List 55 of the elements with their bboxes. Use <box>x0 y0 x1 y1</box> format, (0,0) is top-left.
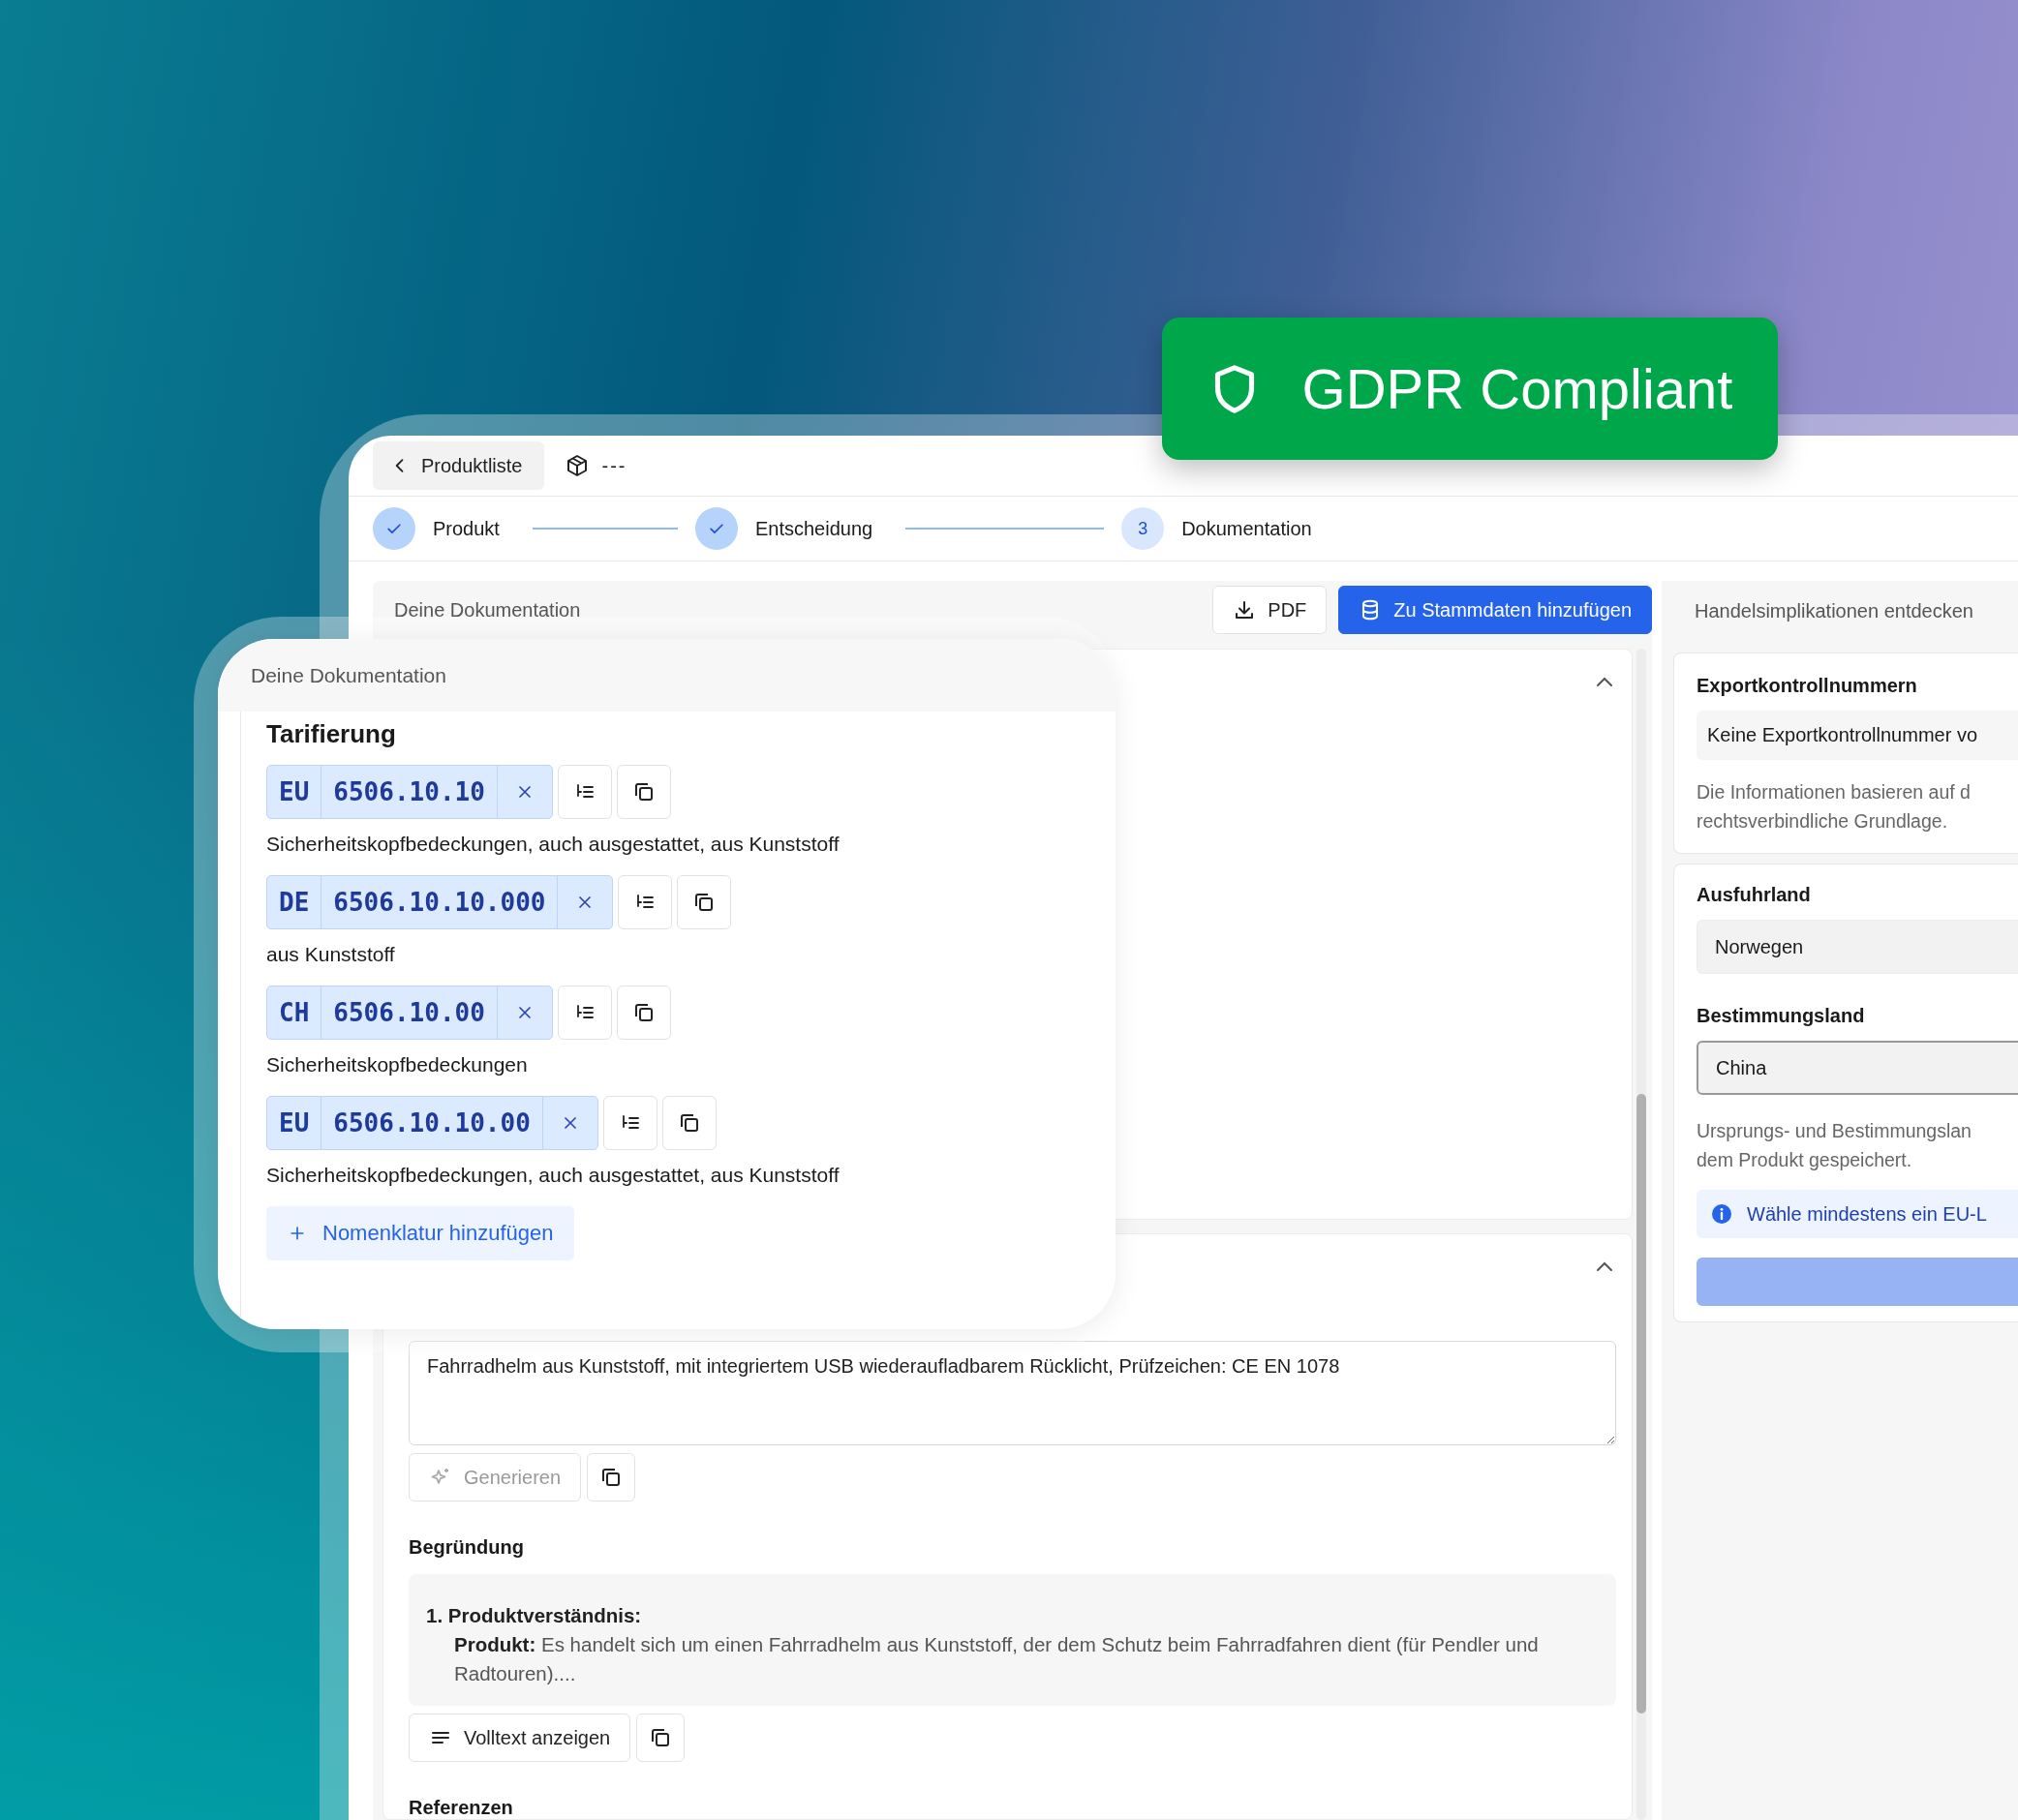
field-label: Ausfuhrland <box>1697 884 1812 906</box>
pdf-button[interactable]: PDF <box>1212 586 1328 634</box>
section-label: Begründung <box>409 1536 525 1559</box>
copy-button[interactable] <box>677 875 732 929</box>
cube-icon <box>565 454 589 477</box>
scrollbar[interactable] <box>1636 649 1646 1820</box>
code-description: Sicherheitskopfbedeckungen, auch ausgestattet, aus Kunststoff <box>266 1164 841 1187</box>
copy-button[interactable] <box>636 1714 686 1762</box>
note-text: Die Informationen basieren auf d <box>1697 780 1972 804</box>
tree-list-button[interactable] <box>602 1096 657 1150</box>
copy-button[interactable] <box>616 765 671 819</box>
field-label: Exportkontrollnummern <box>1697 675 1918 697</box>
note-text: dem Produkt gespeichert. <box>1697 1148 1913 1172</box>
export-control-value: Keine Exportkontrollnummer vo <box>1697 711 2018 760</box>
tariff-code: 6506.10.10.00 <box>321 1097 543 1149</box>
info-text: Wähle mindestens ein EU-L <box>1747 1202 1987 1226</box>
section-title: Tarifierung <box>266 719 397 749</box>
description-field[interactable]: Fahrradhelm aus Kunststoff, mit integriertem USB wiederaufladbarem Rücklicht, Prüfzeichen: CE EN 1078 <box>409 1341 1616 1445</box>
note-text: Ursprungs- und Bestimmungslan <box>1697 1119 1972 1143</box>
reasoning-text: Produkt: Es handelt sich um einen Fahrradhelm aus Kunststoff, der dem Schutz beim Fahrradfahren dient (für Pendler und Radtouren).... <box>453 1632 1540 1686</box>
badge-text: GDPR Compliant <box>1301 356 1733 421</box>
panel-title: Deine Dokumentation <box>394 598 582 622</box>
info-icon <box>1710 1202 1733 1226</box>
field-label: Bestimmungsland <box>1697 1005 1866 1027</box>
copy-button[interactable] <box>661 1096 717 1150</box>
tariff-code: 6506.10.10 <box>321 766 498 818</box>
tariff-code: 6506.10.10.000 <box>321 876 559 928</box>
panel-title: Handelsimplikationen entdecken <box>1694 598 1974 623</box>
step-label: Entscheidung <box>754 517 873 540</box>
code-description: Sicherheitskopfbedeckungen, auch ausgestattet, aus Kunststoff <box>266 833 841 856</box>
step-label: Produkt <box>433 517 500 540</box>
region-code: DE <box>267 876 322 928</box>
product-name: --- <box>601 454 627 477</box>
country-select[interactable]: China <box>1697 1041 2018 1095</box>
show-full-text-button[interactable]: Volltext anzeigen <box>409 1714 631 1762</box>
card-title: Deine Dokumentation <box>251 663 446 687</box>
tree-list-button[interactable] <box>557 986 612 1040</box>
section-label: Referenzen <box>409 1797 514 1819</box>
note-text: rechtsverbindliche Grundlage. <box>1697 809 1949 834</box>
tariff-code: 6506.10.00 <box>321 986 498 1039</box>
code-description: Sicherheitskopfbedeckungen <box>266 1053 529 1077</box>
copy-button[interactable] <box>587 1453 636 1502</box>
tree-list-button[interactable] <box>557 765 612 819</box>
step-number: 3 <box>1138 518 1148 539</box>
code-description: aus Kunststoff <box>266 943 396 966</box>
back-button[interactable]: Produktliste <box>373 441 544 490</box>
step-label: Dokumentation <box>1181 517 1312 540</box>
region-code: EU <box>267 1097 322 1149</box>
reasoning-heading: 1. Produktverständnis: <box>426 1603 643 1628</box>
copy-button[interactable] <box>616 986 671 1040</box>
save-button[interactable]: Zu Stammdaten hinzufügen <box>1338 586 1652 634</box>
tree-list-button[interactable] <box>618 875 673 929</box>
add-nomenclature-button[interactable]: Nomenklatur hinzufügen <box>266 1206 575 1260</box>
region-code: CH <box>267 986 322 1039</box>
region-code: EU <box>267 766 322 818</box>
